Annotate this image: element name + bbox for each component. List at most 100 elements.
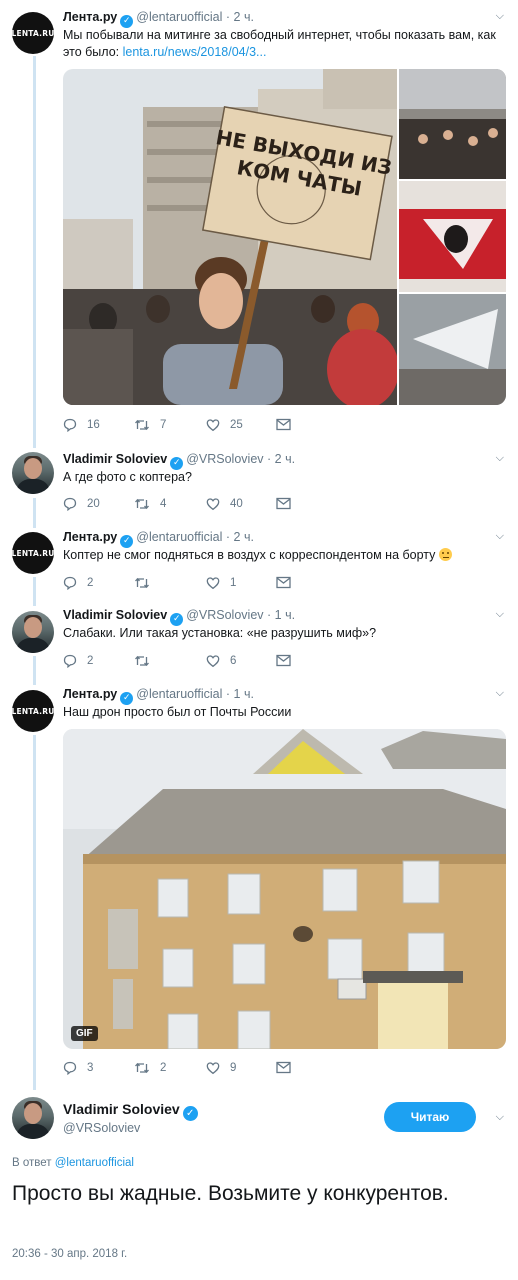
gif-media[interactable]: GIF [63, 729, 506, 1049]
like-count: 9 [230, 1062, 237, 1074]
message-icon [276, 654, 291, 667]
like-action[interactable]: 25 [206, 418, 243, 432]
reply-icon [63, 497, 77, 511]
separator-dot: · [225, 10, 231, 24]
like-action[interactable]: 6 [206, 654, 236, 668]
chevron-down-icon[interactable]: ⌵ [496, 529, 504, 543]
retweet-count: 7 [160, 419, 167, 431]
neutral-face-emoji-icon [439, 548, 453, 561]
main-tweet-timestamp[interactable]: 20:36 - 30 апр. 2018 г. [12, 1248, 127, 1260]
author-name[interactable]: Лента.ру [63, 687, 117, 701]
author-name: Vladimir Soloviev [63, 1101, 180, 1117]
avatar-label: LENTA.RU [12, 706, 54, 716]
avatar-label: LENTA.RU [12, 548, 54, 558]
avatar-suit [16, 479, 50, 494]
reply-count: 16 [87, 419, 100, 431]
tweet-text: Наш дрон просто был от Почты России [63, 705, 292, 719]
tweet-header: Лента.ру ✓ @lentaruofficial · 1 ч. [63, 687, 254, 705]
reply-handle-link[interactable]: @lentaruofficial [55, 1157, 134, 1169]
tweet[interactable]: LENTA.RU Лента.ру ✓ @lentaruofficial · 2 ч… [0, 525, 518, 605]
like-count: 6 [230, 655, 237, 667]
reply-action[interactable]: 2 [63, 576, 93, 590]
avatar[interactable]: LENTA.RU [12, 532, 54, 574]
author-name[interactable]: Vladimir Soloviev [63, 452, 167, 466]
like-icon [206, 498, 220, 511]
reply-icon [63, 1061, 77, 1075]
main-author[interactable]: Vladimir Soloviev ✓ [63, 1101, 201, 1121]
retweet-action[interactable]: 7 [134, 418, 166, 432]
tweet-header: Vladimir Soloviev ✓ @VRSoloviev · 1 ч. [63, 608, 295, 626]
retweet-icon [135, 655, 149, 667]
avatar[interactable] [12, 611, 54, 653]
tweet[interactable]: Vladimir Soloviev ✓ @VRSoloviev · 2 ч. ⌵ А… [0, 445, 518, 525]
chevron-down-icon[interactable]: ⌵ [496, 607, 504, 621]
retweet-count: 2 [160, 1062, 167, 1074]
retweet-action[interactable] [134, 654, 160, 668]
retweet-action[interactable]: 4 [134, 497, 166, 511]
photo-grid[interactable]: НЕ ВЫХОДИ ИЗ КОМ ЧАТЫ [63, 69, 506, 405]
retweet-action[interactable]: 2 [134, 1061, 166, 1075]
author-handle[interactable]: @lentaruofficial [136, 530, 222, 544]
avatar-face [24, 458, 42, 479]
message-icon [276, 1061, 291, 1074]
avatar[interactable]: LENTA.RU [12, 12, 54, 54]
author-handle[interactable]: @VRSoloviev [63, 1121, 140, 1135]
like-count: 25 [230, 419, 243, 431]
tweet-actions: 3 2 9 [63, 1061, 323, 1077]
verified-icon: ✓ [182, 1106, 198, 1121]
reply-action[interactable]: 2 [63, 654, 93, 668]
tweet-time[interactable]: 2 ч. [234, 530, 254, 544]
tweet[interactable]: LENTA.RU Лента.ру ✓ @lentaruofficial · 1 ч… [0, 683, 518, 1083]
tweet[interactable]: Vladimir Soloviev ✓ @VRSoloviev · 1 ч. ⌵ С… [0, 604, 518, 684]
tweet-actions: 2 6 [63, 654, 323, 670]
retweet-action[interactable] [134, 576, 160, 590]
avatar[interactable] [12, 452, 54, 494]
reply-action[interactable]: 20 [63, 497, 100, 511]
main-tweet-text: Просто вы жадные. Возьмите у конкурентов… [12, 1182, 449, 1205]
reply-icon [63, 418, 77, 432]
tweet-time[interactable]: 1 ч. [234, 687, 254, 701]
message-action[interactable] [276, 1061, 291, 1074]
like-action[interactable]: 9 [206, 1061, 236, 1075]
avatar[interactable] [12, 1097, 54, 1139]
separator-dot: · [225, 687, 231, 701]
tweet-link[interactable]: lenta.ru/news/2018/04/3... [123, 45, 267, 59]
chevron-down-icon[interactable]: ⌵ [496, 686, 504, 700]
reply-action[interactable]: 16 [63, 418, 100, 432]
reply-prefix: В ответ [12, 1157, 55, 1169]
message-icon [276, 418, 291, 431]
avatar-label: LENTA.RU [12, 28, 54, 38]
message-action[interactable] [276, 654, 291, 667]
avatar[interactable]: LENTA.RU [12, 690, 54, 732]
separator-dot: · [267, 608, 272, 622]
author-name[interactable]: Vladimir Soloviev [63, 608, 167, 622]
chevron-down-icon[interactable]: ⌵ [496, 9, 504, 23]
author-name[interactable]: Лента.ру [63, 10, 117, 24]
like-action[interactable]: 1 [206, 576, 236, 590]
gif-badge: GIF [71, 1026, 98, 1041]
message-action[interactable] [276, 418, 291, 431]
message-action[interactable] [276, 497, 291, 510]
author-name[interactable]: Лента.ру [63, 530, 117, 544]
tweet-time[interactable]: 1 ч. [275, 608, 295, 622]
tweet-time[interactable]: 2 ч. [234, 10, 254, 24]
separator-dot: · [225, 530, 231, 544]
author-handle[interactable]: @lentaruofficial [136, 687, 222, 701]
message-action[interactable] [276, 576, 291, 589]
tweet-text: Мы побывали на митинге за свободный инте… [63, 27, 503, 61]
tweet-time[interactable]: 2 ч. [275, 452, 295, 466]
author-handle[interactable]: @lentaruofficial [136, 10, 222, 24]
tweet-text: Коптер не смог подняться в воздух с корр… [63, 547, 503, 564]
retweet-icon [135, 419, 149, 431]
author-handle[interactable]: @VRSoloviev [186, 608, 263, 622]
like-action[interactable]: 40 [206, 497, 243, 511]
following-button[interactable]: Читаю [384, 1102, 476, 1132]
reply-action[interactable]: 3 [63, 1061, 93, 1075]
tweet[interactable]: LENTA.RU Лента.ру ✓ @lentaruofficial · 2 ч… [0, 0, 518, 445]
author-handle[interactable]: @VRSoloviev [186, 452, 263, 466]
gif-media-svg [63, 729, 506, 1049]
chevron-down-icon[interactable]: ⌵ [496, 1110, 504, 1124]
reply-count: 3 [87, 1062, 94, 1074]
chevron-down-icon[interactable]: ⌵ [496, 451, 504, 465]
retweet-icon [135, 1062, 149, 1074]
